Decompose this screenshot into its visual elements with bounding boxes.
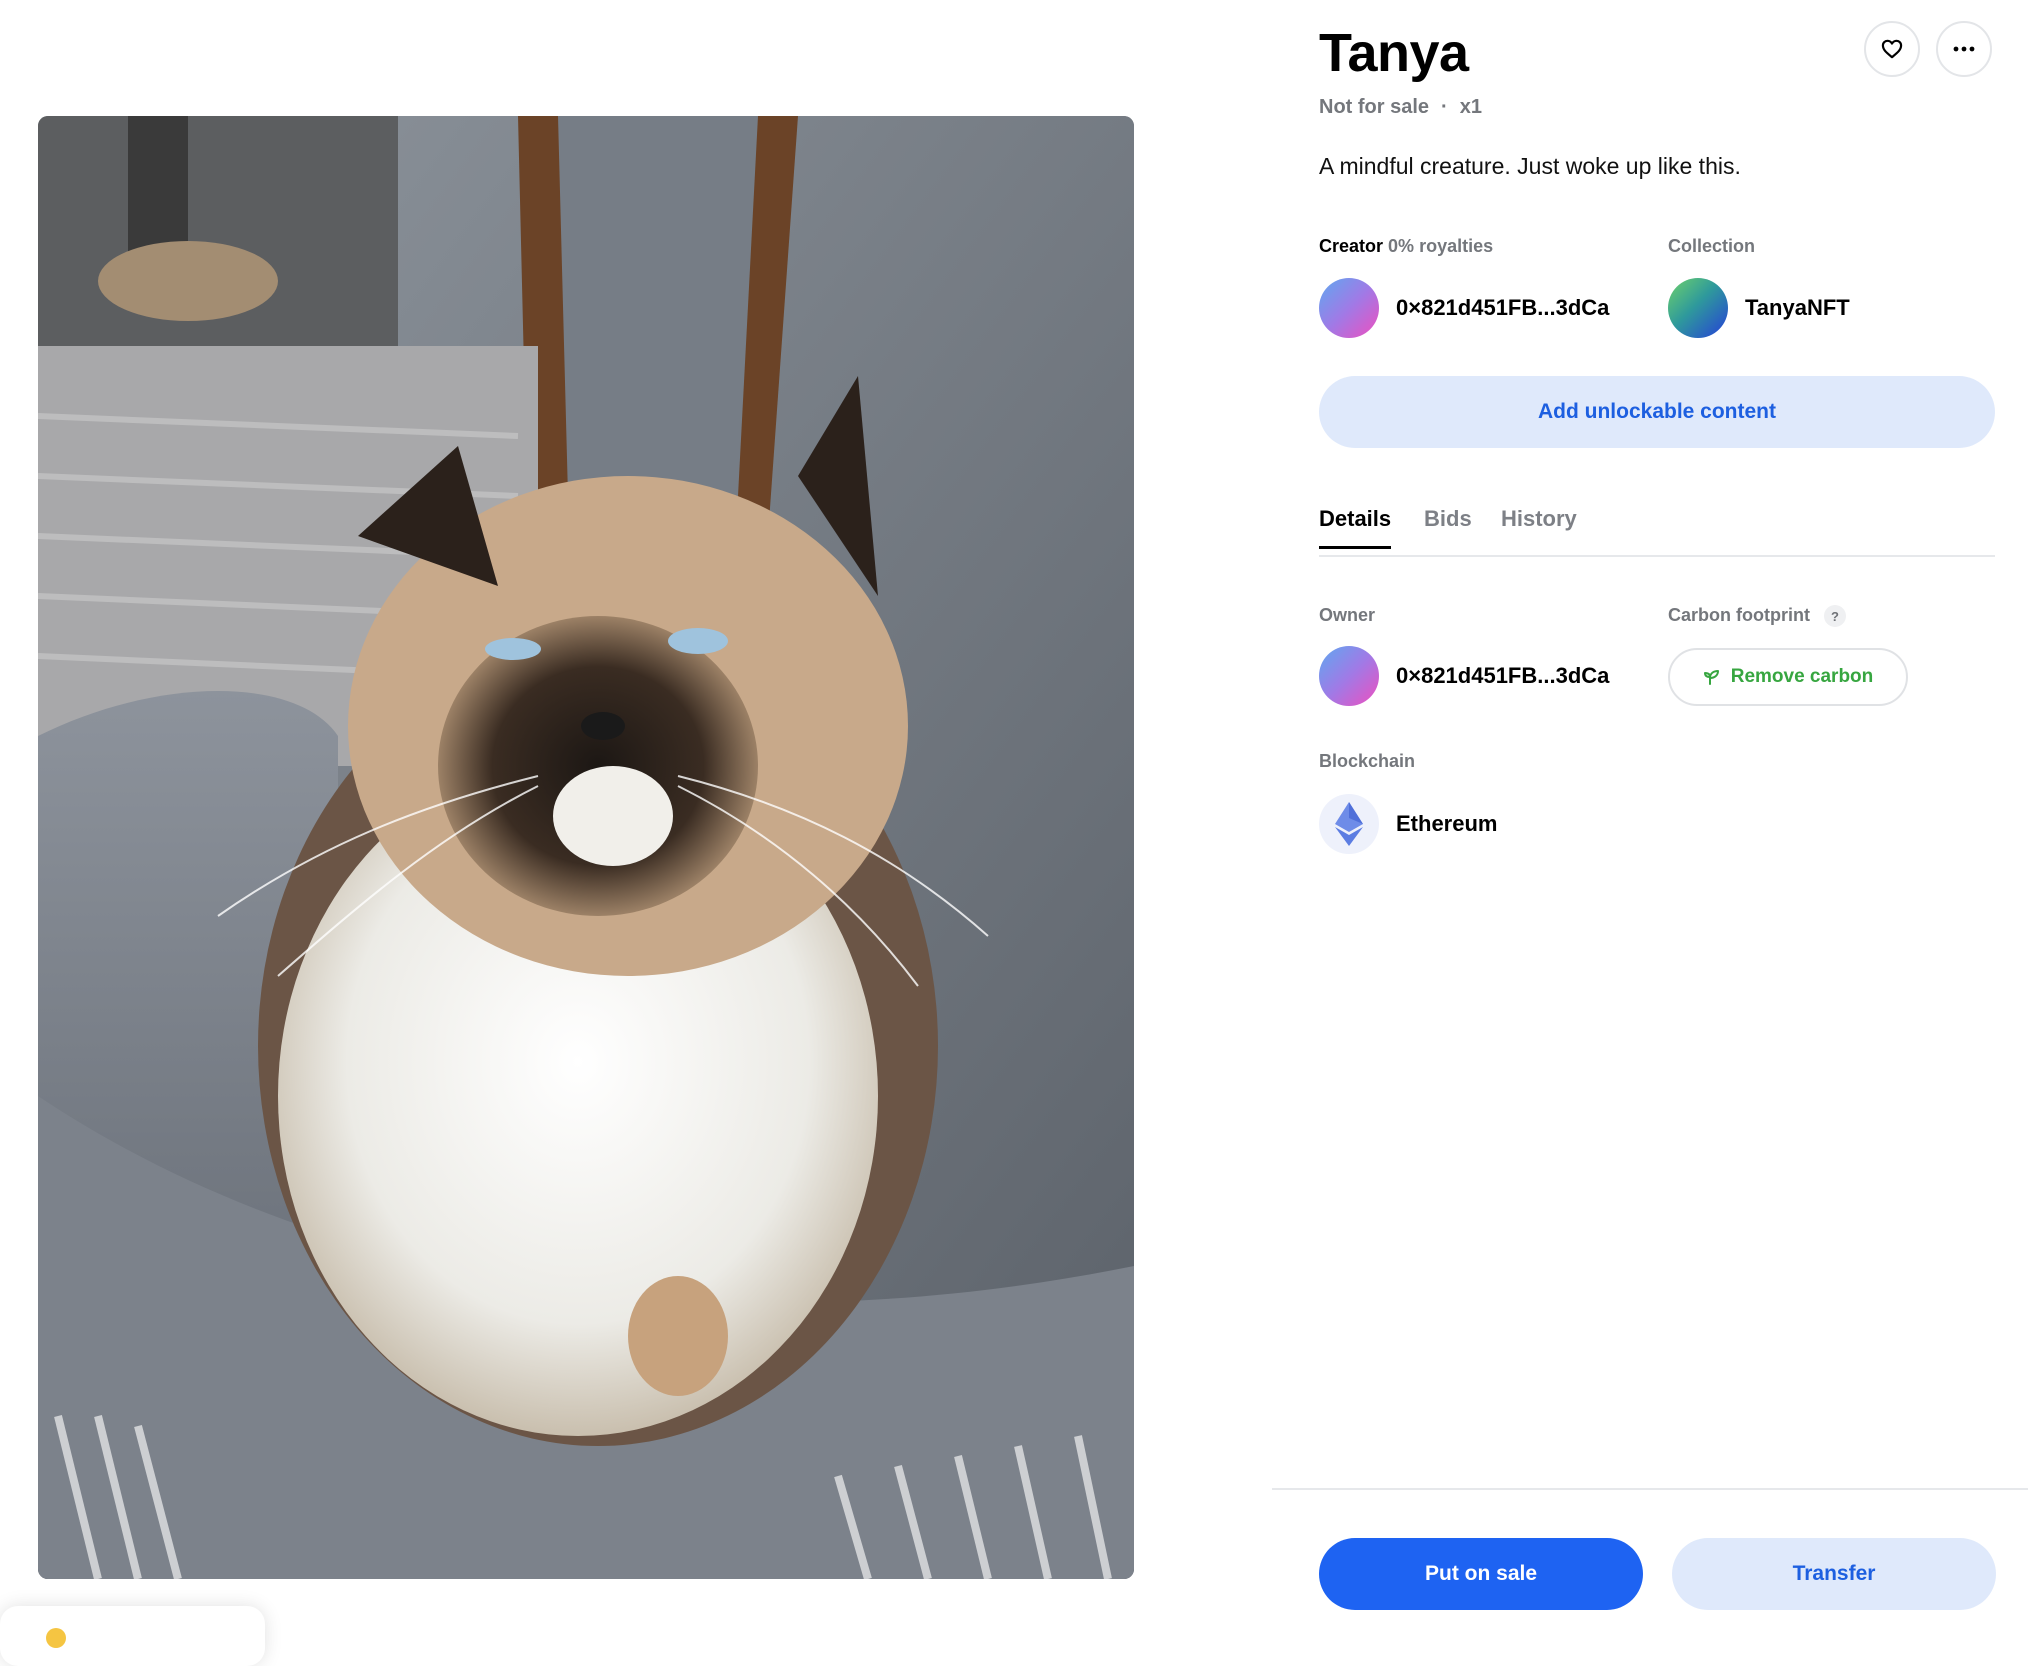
- ethereum-avatar: [1319, 794, 1379, 854]
- collection-label: Collection: [1668, 236, 1756, 256]
- tab-bids[interactable]: Bids: [1424, 506, 1472, 532]
- carbon-footprint-header: Carbon footprint?: [1668, 605, 1846, 628]
- blockchain-label: Blockchain: [1319, 751, 1416, 771]
- ethereum-icon: [1335, 802, 1363, 846]
- remove-carbon-label: Remove carbon: [1730, 666, 1874, 687]
- sale-status: Not for sale: [1319, 96, 1430, 118]
- transfer-button[interactable]: Transfer: [1672, 1538, 1996, 1610]
- item-details-panel: Tanya Not for sale · x1 A mindful creatu…: [1319, 0, 1995, 1634]
- owner-address: 0×821d451FB...3dCa: [1396, 663, 1610, 688]
- nft-artwork-image[interactable]: [38, 116, 1134, 1579]
- sprout-icon: [1703, 670, 1719, 685]
- heart-icon: [1881, 39, 1903, 59]
- collection-link[interactable]: TanyaNFT: [1668, 278, 1850, 338]
- owner-profile-link[interactable]: 0×821d451FB...3dCa: [1319, 646, 1609, 706]
- put-on-sale-button[interactable]: Put on sale: [1319, 1538, 1643, 1610]
- collection-name: TanyaNFT: [1745, 295, 1850, 320]
- tab-history[interactable]: History: [1501, 506, 1577, 532]
- collection-avatar: [1668, 278, 1728, 338]
- like-button[interactable]: [1864, 21, 1920, 77]
- carbon-footprint-label: Carbon footprint: [1668, 605, 1810, 625]
- owner-avatar: [1319, 646, 1379, 706]
- more-dots-icon: [1953, 46, 1975, 52]
- creator-avatar: [1319, 278, 1379, 338]
- creator-label: Creator: [1319, 236, 1384, 256]
- creator-royalties: 0% royalties: [1388, 236, 1494, 256]
- help-icon[interactable]: ?: [1823, 605, 1846, 628]
- creator-header: Creator 0% royalties: [1319, 236, 1493, 257]
- sale-meta: Not for sale · x1: [1319, 96, 1482, 119]
- edition-count: x1: [1459, 96, 1482, 118]
- tab-details[interactable]: Details: [1319, 506, 1392, 549]
- cat-photo: [38, 116, 1134, 1579]
- more-options-button[interactable]: [1936, 21, 1992, 77]
- add-unlockable-content-button[interactable]: Add unlockable content: [1319, 376, 1995, 448]
- floating-help-widget[interactable]: [0, 1606, 265, 1666]
- item-title: Tanya: [1319, 23, 1469, 83]
- item-description: A mindful creature. Just woke up like th…: [1319, 153, 1741, 179]
- footer-divider: [1272, 1488, 2028, 1490]
- remove-carbon-button[interactable]: Remove carbon: [1668, 648, 1908, 706]
- blockchain-info: Ethereum: [1319, 794, 1497, 854]
- widget-status-icon: [46, 1628, 66, 1648]
- creator-address: 0×821d451FB...3dCa: [1396, 295, 1610, 320]
- creator-profile-link[interactable]: 0×821d451FB...3dCa: [1319, 278, 1609, 338]
- owner-label: Owner: [1319, 605, 1376, 625]
- details-tabs: Details Bids History: [1319, 498, 1995, 557]
- blockchain-name: Ethereum: [1396, 811, 1498, 836]
- meta-separator: ·: [1441, 96, 1448, 118]
